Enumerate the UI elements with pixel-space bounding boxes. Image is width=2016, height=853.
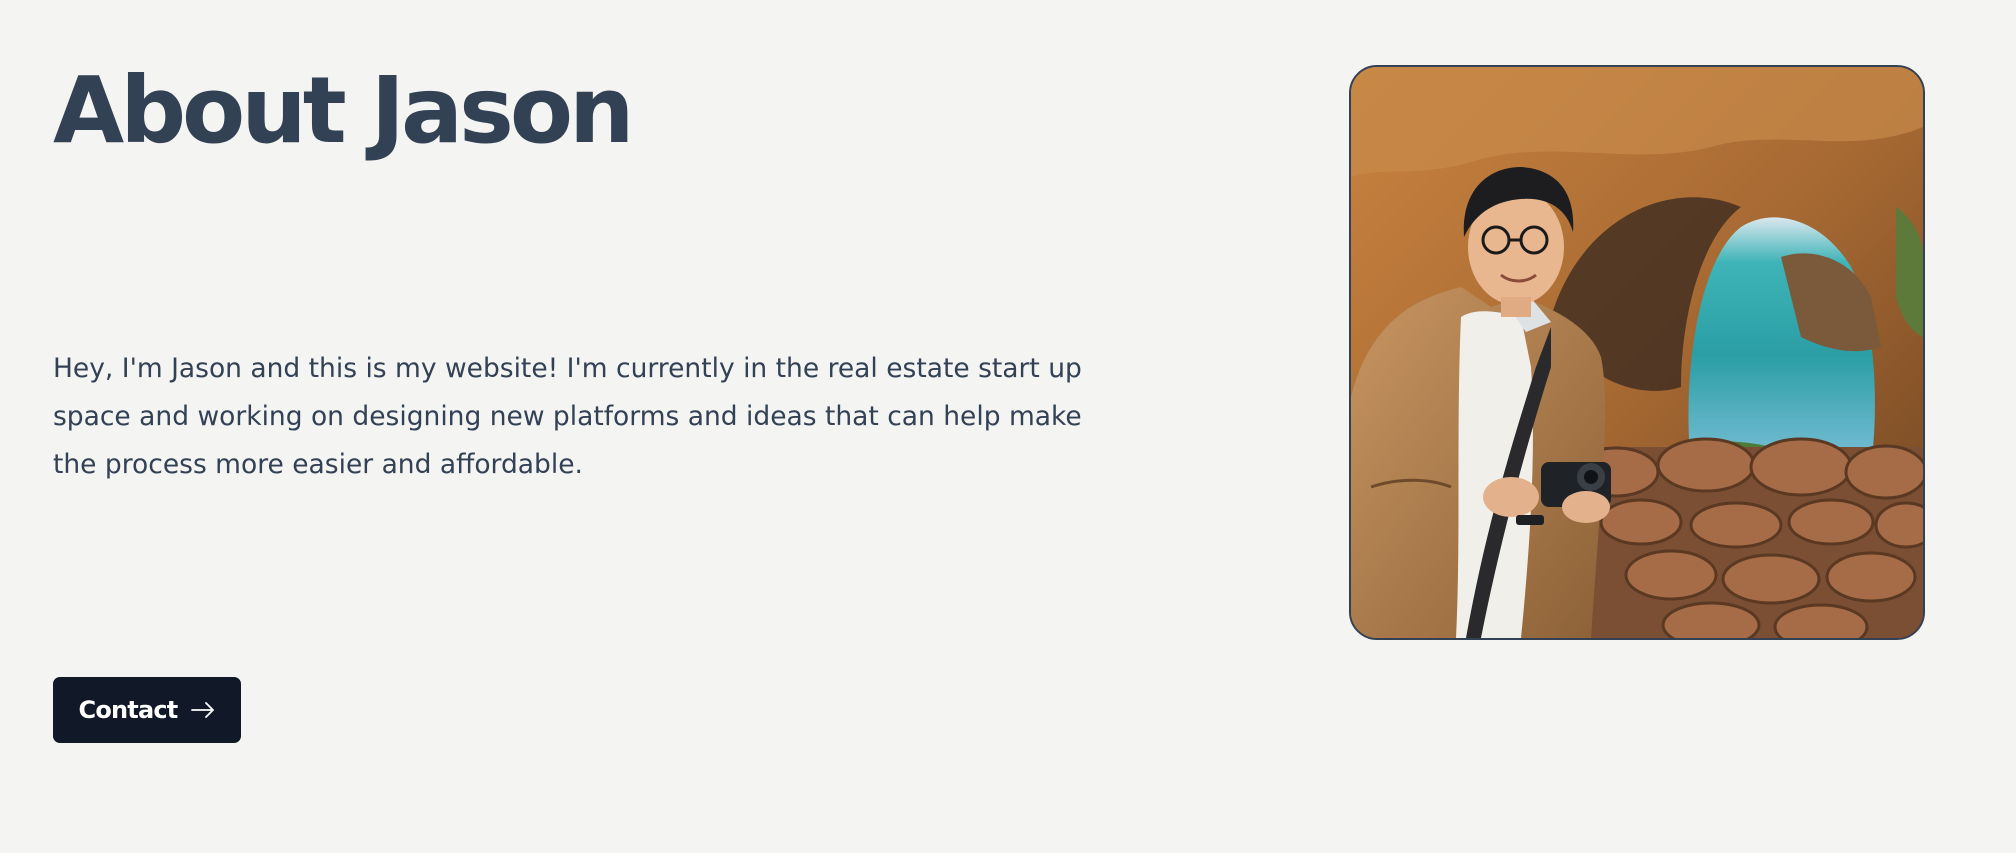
contact-button-label: Contact: [78, 696, 179, 724]
arrow-right-icon: [191, 702, 215, 718]
bio-paragraph: Hey, I'm Jason and this is my website! I…: [53, 353, 1082, 480]
profile-photo: [1349, 65, 1925, 640]
about-section: About Jason Hey, I'm Jason and this is m…: [0, 0, 2016, 853]
contact-button[interactable]: Contact: [53, 677, 241, 743]
page-title: About Jason: [53, 57, 635, 164]
